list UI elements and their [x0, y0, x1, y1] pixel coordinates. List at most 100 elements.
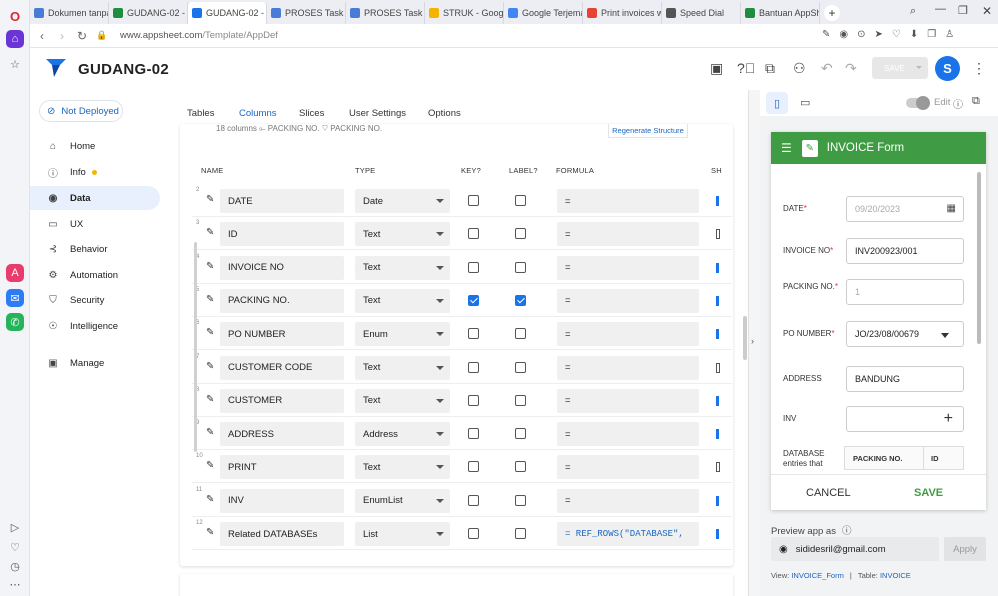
- key-checkbox[interactable]: [468, 361, 479, 373]
- browser-tab[interactable]: GUDANG-02 - AppSheet: [188, 2, 267, 24]
- show-toggle[interactable]: [716, 229, 720, 240]
- apply-button[interactable]: Apply: [944, 537, 986, 561]
- cancel-button[interactable]: CANCEL: [806, 487, 851, 499]
- column-type-select[interactable]: Text: [355, 388, 450, 413]
- collapse-chevron-icon[interactable]: ›: [751, 336, 754, 346]
- show-toggle[interactable]: [716, 529, 719, 539]
- player-icon[interactable]: ▷: [6, 518, 24, 536]
- column-name-field[interactable]: CUSTOMER CODE: [220, 355, 344, 380]
- tab-slices[interactable]: Slices: [299, 108, 324, 119]
- formula-field[interactable]: =: [557, 455, 699, 480]
- edit-pencil-icon[interactable]: ✎: [206, 427, 214, 438]
- tab-options[interactable]: Options: [428, 108, 461, 119]
- form-field-input[interactable]: 09/20/2023 ▦: [846, 196, 964, 222]
- deploy-status-chip[interactable]: ⊘ Not Deployed: [39, 100, 123, 122]
- preview-layout-icon[interactable]: ▣: [710, 60, 723, 77]
- formula-field[interactable]: =: [557, 255, 699, 280]
- sidebar-item-behavior[interactable]: ⊰ Behavior: [30, 237, 160, 261]
- formula-field[interactable]: =: [557, 189, 699, 213]
- column-type-select[interactable]: Text: [355, 355, 450, 380]
- restore-icon[interactable]: ❐: [958, 4, 968, 17]
- menu-icon[interactable]: ☰: [781, 141, 792, 155]
- show-toggle[interactable]: [716, 362, 720, 373]
- new-tab-button[interactable]: +: [824, 5, 840, 21]
- column-type-select[interactable]: Text: [355, 255, 450, 280]
- opera-logo-icon[interactable]: O: [6, 7, 24, 25]
- key-checkbox[interactable]: [468, 428, 479, 440]
- preview-as-info-icon[interactable]: ⓘ: [842, 526, 852, 537]
- key-checkbox[interactable]: [468, 328, 479, 340]
- heart-icon[interactable]: ♡: [6, 538, 24, 556]
- form-field-input[interactable]: JO/23/08/00679: [846, 321, 964, 347]
- browser-tab[interactable]: Speed Dial: [662, 2, 741, 24]
- column-name-field[interactable]: PRINT: [220, 455, 344, 480]
- column-type-select[interactable]: Address: [355, 422, 450, 447]
- formula-field[interactable]: =: [557, 222, 699, 247]
- column-type-select[interactable]: Text: [355, 455, 450, 480]
- show-toggle[interactable]: [716, 495, 719, 506]
- undo-icon[interactable]: ↶: [821, 60, 833, 77]
- column-name-field[interactable]: PO NUMBER: [220, 322, 344, 347]
- show-toggle[interactable]: [716, 462, 720, 473]
- sidebar-item-home[interactable]: ⌂ Home: [30, 134, 160, 158]
- show-toggle[interactable]: [716, 329, 719, 340]
- regenerate-structure-button[interactable]: Regenerate Structure: [608, 124, 688, 138]
- email-input[interactable]: ◉ sididesril@gmail.com: [771, 537, 939, 561]
- label-checkbox[interactable]: [515, 294, 526, 306]
- open-external-icon[interactable]: ⧉: [972, 95, 980, 108]
- edit-toggle[interactable]: [906, 96, 930, 110]
- column-name-field[interactable]: INV: [220, 488, 344, 513]
- messenger-icon[interactable]: ✉: [6, 289, 24, 307]
- more-icon[interactable]: ⋯: [6, 575, 24, 593]
- url-field[interactable]: www.appsheet.com/Template/AppDef: [120, 30, 278, 41]
- column-type-select[interactable]: Text: [355, 222, 450, 247]
- sidebar-item-intelligence[interactable]: ☉ Intelligence: [30, 314, 160, 338]
- edit-pencil-icon[interactable]: ✎: [206, 494, 214, 505]
- chevron-down-icon[interactable]: [941, 333, 949, 338]
- more-menu-icon[interactable]: ⋮: [972, 60, 986, 77]
- table-link[interactable]: INVOICE: [880, 571, 911, 580]
- show-toggle[interactable]: [716, 262, 719, 273]
- sidebar-item-automation[interactable]: ⚙ Automation: [30, 263, 160, 287]
- formula-field[interactable]: =: [557, 422, 699, 447]
- label-checkbox[interactable]: [515, 394, 526, 406]
- save-button[interactable]: SAVE: [872, 57, 928, 79]
- panel-divider[interactable]: ›: [743, 90, 760, 596]
- tab-user-settings[interactable]: User Settings: [349, 108, 406, 119]
- form-scrollbar[interactable]: [977, 172, 981, 344]
- forward-icon[interactable]: ›: [52, 29, 72, 43]
- formula-field[interactable]: =: [557, 322, 699, 347]
- label-checkbox[interactable]: [515, 428, 526, 440]
- formula-field[interactable]: =: [557, 355, 699, 380]
- sidebar-item-info[interactable]: ⓘ Info: [30, 160, 160, 184]
- sidebar-item-data[interactable]: ◉ Data: [30, 186, 160, 210]
- vertical-scrollbar[interactable]: [194, 242, 197, 452]
- column-name-field[interactable]: INVOICE NO: [220, 255, 344, 280]
- column-type-select[interactable]: Date: [355, 189, 450, 213]
- label-checkbox[interactable]: [515, 328, 526, 340]
- minimize-icon[interactable]: —: [935, 3, 946, 15]
- browser-tab[interactable]: STRUK - Google Dr: [425, 2, 504, 24]
- home-icon[interactable]: ⌂: [6, 30, 24, 48]
- star-icon[interactable]: ☆: [6, 55, 24, 73]
- show-toggle[interactable]: [716, 395, 719, 406]
- label-checkbox[interactable]: [515, 528, 526, 539]
- key-checkbox[interactable]: [468, 195, 479, 206]
- show-toggle[interactable]: [716, 196, 719, 206]
- key-checkbox[interactable]: [468, 394, 479, 406]
- plus-icon[interactable]: +: [944, 410, 953, 428]
- edit-pencil-icon[interactable]: ✎: [206, 227, 214, 238]
- label-checkbox[interactable]: [515, 195, 526, 206]
- edit-pencil-icon[interactable]: ✎: [206, 527, 214, 538]
- browser-tab[interactable]: Print invoices with: [583, 2, 662, 24]
- label-checkbox[interactable]: [515, 361, 526, 373]
- form-save-button[interactable]: SAVE: [914, 487, 943, 499]
- label-checkbox[interactable]: [515, 494, 526, 506]
- help-icon[interactable]: ?⃝: [737, 60, 755, 76]
- browser-tab[interactable]: GUDANG-02 - Goo: [109, 2, 188, 24]
- edit-pencil-icon[interactable]: ✎: [206, 194, 214, 205]
- label-checkbox[interactable]: [515, 228, 526, 240]
- tab-tables[interactable]: Tables: [187, 108, 214, 119]
- column-name-field[interactable]: DATE: [220, 189, 344, 213]
- tab-columns[interactable]: Columns: [239, 108, 277, 119]
